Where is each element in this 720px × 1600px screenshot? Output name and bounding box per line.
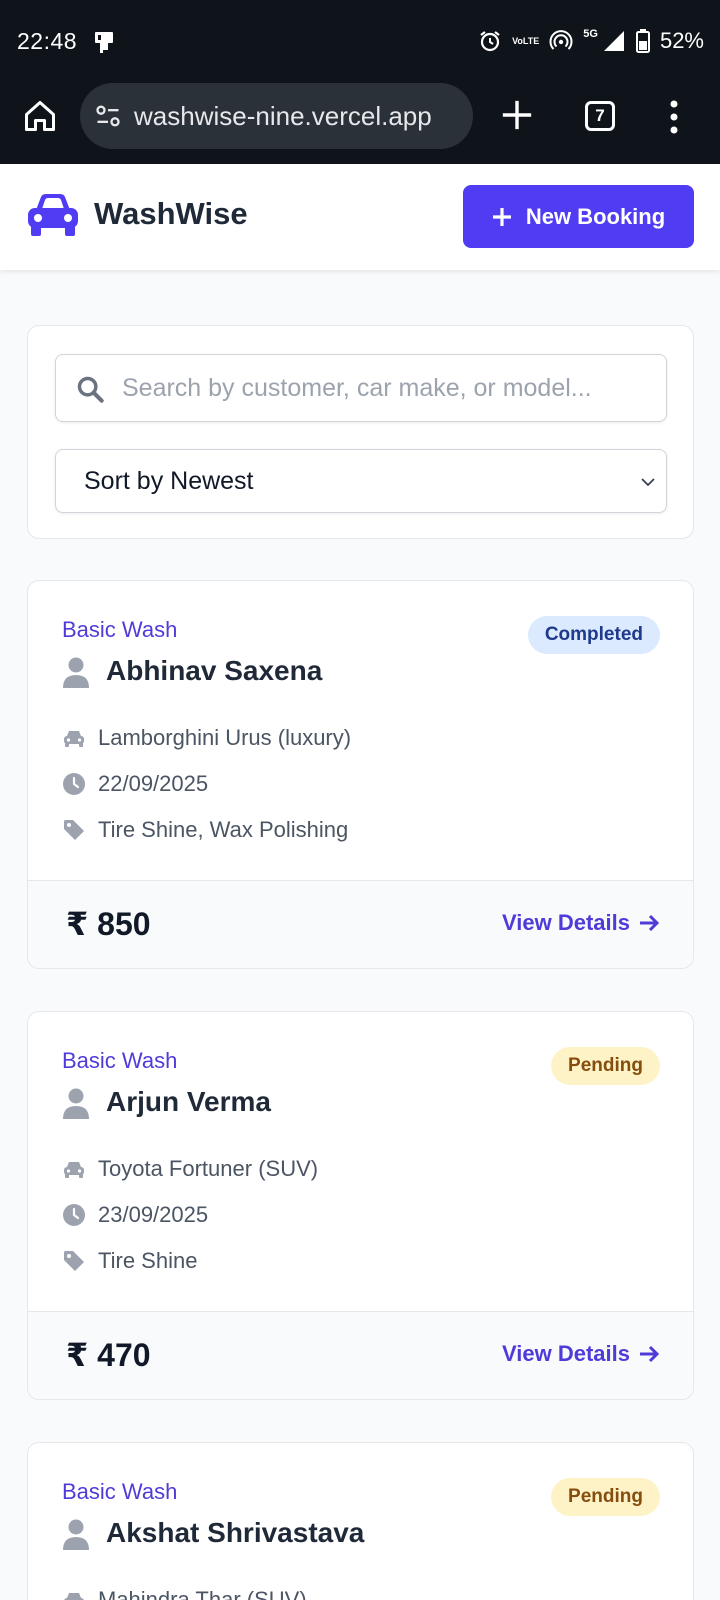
alarm-icon xyxy=(480,31,500,52)
car-row: Lamborghini Urus (luxury) xyxy=(62,725,351,751)
more-menu-icon[interactable] xyxy=(668,100,680,134)
tag-icon xyxy=(64,820,84,840)
home-icon[interactable] xyxy=(22,98,58,134)
customer-name: Abhinav Saxena xyxy=(106,655,323,686)
customer-name: Akshat Shrivastava xyxy=(106,1517,365,1548)
addons-text: Tire Shine xyxy=(98,1248,198,1273)
user-icon xyxy=(63,1088,89,1119)
user-icon xyxy=(63,657,89,688)
url-text[interactable]: washwise-nine.vercel.app xyxy=(134,101,432,132)
car-text: Toyota Fortuner (SUV) xyxy=(98,1156,319,1181)
search-box[interactable] xyxy=(55,354,667,422)
status-badge: Pending xyxy=(551,1047,660,1085)
booking-card: Basic Wash Pending Arjun Verma Toyota Fo… xyxy=(27,1011,694,1400)
battery-percent: 52% xyxy=(659,28,704,53)
status-icons: Vo LTE 5G 52% xyxy=(478,26,704,56)
addons-row: Tire Shine xyxy=(62,1248,197,1274)
arrow-right-icon xyxy=(640,1345,660,1363)
booking-price: ₹ 470 xyxy=(66,1337,151,1373)
site-settings-icon[interactable] xyxy=(94,102,122,130)
status-badge: Completed xyxy=(527,616,660,654)
car-row: Mahindra Thar (SUV) xyxy=(62,1587,307,1600)
booking-card: Basic Wash Pending Akshat Shrivastava Ma… xyxy=(27,1442,694,1600)
addons-row: Tire Shine, Wax Polishing xyxy=(62,817,348,843)
notification-icon xyxy=(95,32,113,53)
chevron-down-icon xyxy=(641,478,655,487)
date-row: 22/09/2025 xyxy=(62,771,208,797)
date-text: 23/09/2025 xyxy=(98,1202,209,1227)
tab-switcher-button[interactable]: 7 xyxy=(585,101,615,131)
brand-name: WashWise xyxy=(94,196,248,231)
car-icon xyxy=(64,1593,84,1600)
search-icon xyxy=(77,376,104,403)
address-bar[interactable]: washwise-nine.vercel.app xyxy=(80,83,473,149)
tag-icon xyxy=(64,1251,84,1271)
sort-select[interactable]: Sort by Newest xyxy=(55,449,667,513)
car-text: Lamborghini Urus (luxury) xyxy=(98,725,352,750)
status-badge: Pending xyxy=(551,1478,660,1516)
clock-icon xyxy=(63,1204,85,1226)
user-icon xyxy=(63,1519,89,1550)
sort-selected-value: Sort by Newest xyxy=(84,467,254,495)
app-header: WashWise New Booking xyxy=(0,164,720,270)
card-footer: ₹ 470 View Details xyxy=(28,1311,693,1399)
date-text: 22/09/2025 xyxy=(98,771,209,796)
view-details-label: View Details xyxy=(502,910,630,935)
status-time: 22:48 xyxy=(17,28,78,54)
booking-card: Basic Wash Completed Abhinav Saxena Lamb… xyxy=(27,580,694,969)
status-bar: 22:48 Vo LTE 5G 52% xyxy=(0,0,720,82)
clock-icon xyxy=(63,773,85,795)
filter-panel: Sort by Newest xyxy=(27,325,694,539)
signal-icon xyxy=(603,31,624,51)
service-type: Basic Wash xyxy=(62,1479,178,1504)
car-logo-icon xyxy=(28,194,78,236)
car-icon xyxy=(64,731,84,747)
browser-toolbar: washwise-nine.vercel.app 7 xyxy=(0,82,720,164)
network-type: 5G xyxy=(583,28,598,40)
car-icon xyxy=(64,1162,84,1178)
new-booking-button[interactable]: New Booking xyxy=(463,185,694,248)
view-details-link[interactable]: View Details xyxy=(502,1341,660,1367)
service-type: Basic Wash xyxy=(62,617,178,642)
arrow-right-icon xyxy=(640,914,660,932)
search-input[interactable] xyxy=(122,355,652,421)
addons-text: Tire Shine, Wax Polishing xyxy=(98,817,349,842)
service-type: Basic Wash xyxy=(62,1048,178,1073)
car-row: Toyota Fortuner (SUV) xyxy=(62,1156,318,1182)
volte-icon: Vo LTE xyxy=(512,36,540,46)
battery-icon xyxy=(635,29,650,53)
plus-icon xyxy=(492,207,511,226)
customer-name: Arjun Verma xyxy=(106,1086,271,1117)
view-details-label: View Details xyxy=(502,1341,630,1366)
booking-price: ₹ 850 xyxy=(66,906,151,942)
hotspot-icon xyxy=(549,30,573,50)
new-booking-label: New Booking xyxy=(525,203,666,229)
car-text: Mahindra Thar (SUV) xyxy=(98,1587,307,1600)
date-row: 23/09/2025 xyxy=(62,1202,208,1228)
card-footer: ₹ 850 View Details xyxy=(28,880,693,968)
view-details-link[interactable]: View Details xyxy=(502,910,660,936)
new-tab-icon[interactable] xyxy=(500,98,534,132)
